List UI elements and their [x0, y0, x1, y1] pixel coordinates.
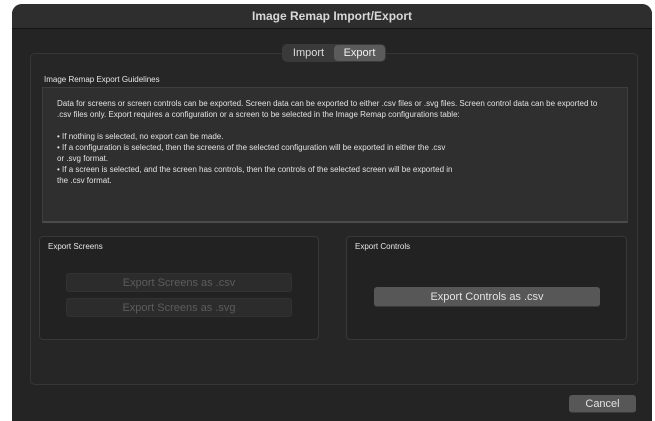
tab-import[interactable]: Import — [283, 45, 334, 61]
export-controls-title: Export Controls — [355, 242, 411, 251]
guidelines-bullet-continued: the .csv format. — [57, 176, 112, 185]
tab-export[interactable]: Export — [334, 45, 385, 61]
guidelines-paragraph: Data for screens or screen controls can … — [57, 99, 598, 119]
window-title: Image Remap Import/Export — [251, 9, 413, 23]
guidelines-bullet: • If a screen is selected, and the scree… — [57, 165, 453, 174]
import-export-segmented-control: Import Export — [282, 44, 386, 62]
guidelines-bullet: • If a configuration is selected, then t… — [57, 143, 446, 152]
export-screens-csv-button[interactable]: Export Screens as .csv — [66, 273, 292, 292]
guidelines-bullet: • If nothing is selected, no export can … — [57, 132, 224, 141]
title-bar[interactable]: Image Remap Import/Export — [12, 4, 652, 29]
cancel-button[interactable]: Cancel — [569, 395, 636, 413]
export-screens-svg-button[interactable]: Export Screens as .svg — [66, 298, 292, 317]
dialog-window: Image Remap Import/Export Import Export … — [12, 4, 652, 421]
guidelines-spacer — [57, 120, 613, 131]
export-controls-csv-button[interactable]: Export Controls as .csv — [374, 287, 600, 307]
guidelines-title: Image Remap Export Guidelines — [44, 75, 160, 84]
guidelines-text-box: Data for screens or screen controls can … — [42, 87, 628, 223]
export-controls-section: Export Controls Export Controls as .csv — [346, 236, 627, 340]
guidelines-bullet-continued: or .svg format. — [57, 154, 109, 163]
export-screens-title: Export Screens — [48, 242, 103, 251]
export-screens-section: Export Screens Export Screens as .csv Ex… — [39, 236, 319, 340]
